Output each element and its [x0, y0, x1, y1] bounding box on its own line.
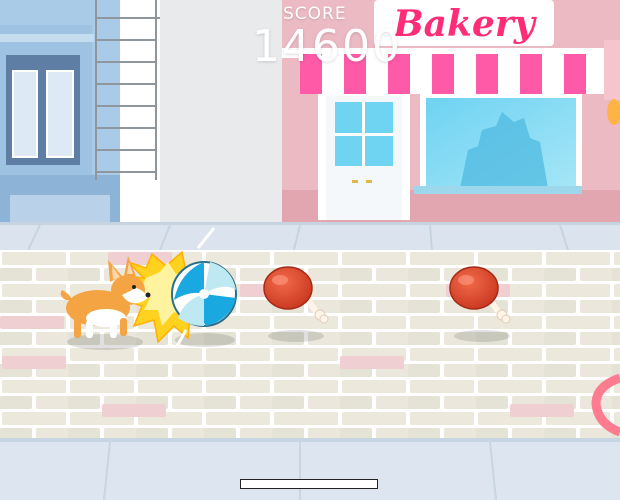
meat-shadow: [268, 330, 324, 342]
sidewalk: [0, 222, 620, 252]
blue-building: [0, 0, 120, 225]
bakery-building: Bakery: [282, 0, 620, 225]
beach-ball-obstacle: [171, 261, 237, 327]
bakery-sign-text: Bakery: [392, 3, 537, 45]
grey-building: [160, 0, 282, 225]
meat-shadow: [454, 330, 510, 342]
game-scene: Bakery: [0, 0, 620, 500]
front-curb: [0, 438, 620, 500]
